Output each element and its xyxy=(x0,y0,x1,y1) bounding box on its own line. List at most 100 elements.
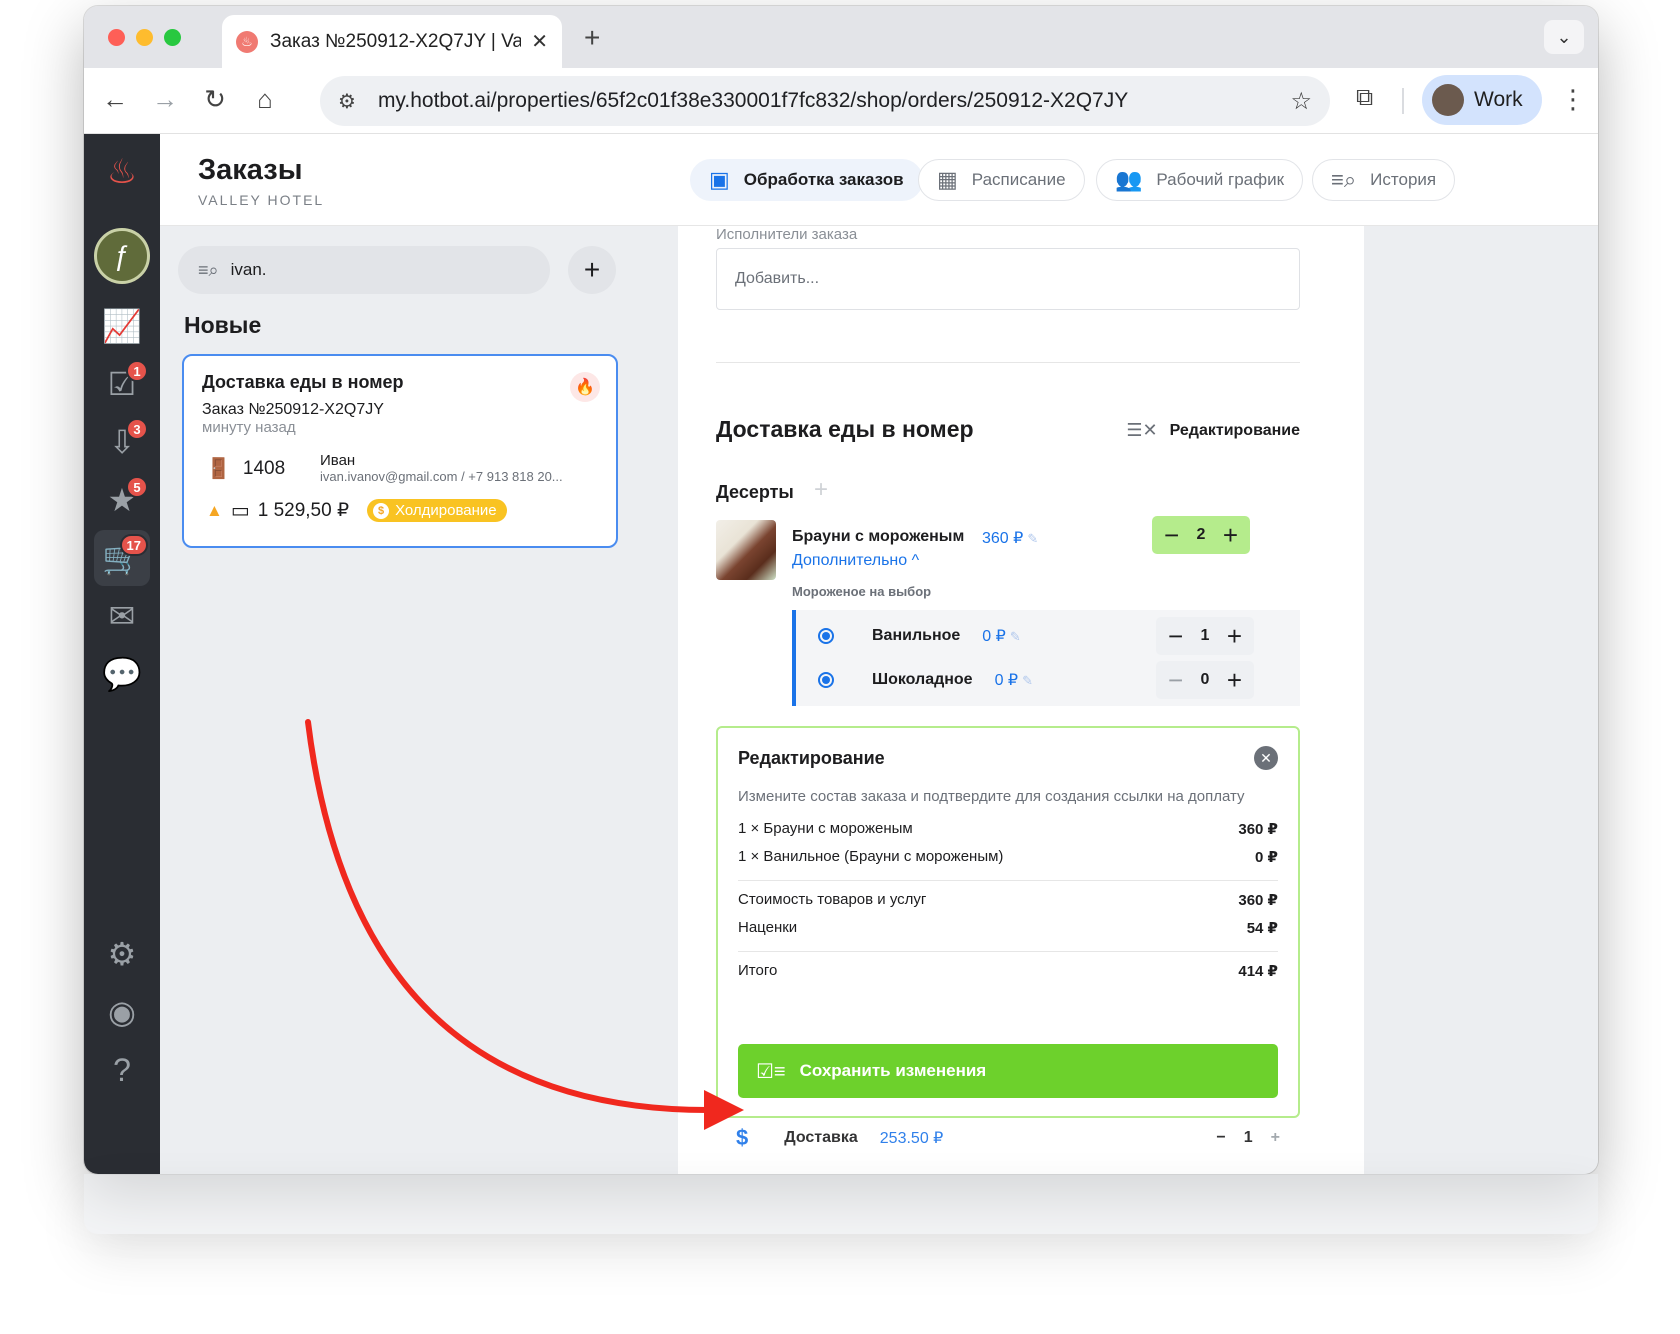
option-name: Ванильное xyxy=(872,627,961,644)
close-window-button[interactable] xyxy=(108,29,125,46)
address-bar[interactable]: ⚙ my.hotbot.ai/properties/65f2c01f38e330… xyxy=(320,76,1330,126)
property-avatar[interactable]: ƒ xyxy=(94,228,150,284)
tasks-icon[interactable]: ☑ 1 xyxy=(94,356,150,412)
hotel-name: VALLEY HOTEL xyxy=(198,192,325,208)
close-tab-icon[interactable]: ✕ xyxy=(531,29,548,54)
reload-icon[interactable]: ↻ xyxy=(198,84,232,115)
maximize-window-button[interactable] xyxy=(164,29,181,46)
add-order-button[interactable]: + xyxy=(568,246,616,294)
option-qty: 0 xyxy=(1200,671,1210,688)
inbox-download-icon[interactable]: ⇩ 3 xyxy=(94,414,150,470)
analytics-icon[interactable]: 📈 xyxy=(94,298,150,354)
tab-history[interactable]: ≡⌕ История xyxy=(1312,159,1456,201)
new-tab-button[interactable]: + xyxy=(584,22,600,54)
decrement-icon[interactable]: − xyxy=(1216,1129,1225,1147)
option-quantity-stepper[interactable]: − 0 + xyxy=(1156,661,1254,699)
search-value[interactable]: ivan. xyxy=(231,260,267,280)
extensions-puzzle-icon[interactable]: ⧉ xyxy=(1356,84,1373,112)
tab-label: Расписание xyxy=(971,170,1066,189)
markup-value: 54 ₽ xyxy=(1246,920,1278,937)
delivery-price[interactable]: 253.50 ₽ xyxy=(880,1128,944,1148)
save-changes-button[interactable]: ☑≡ Сохранить изменения xyxy=(738,1044,1278,1098)
tab-order-processing[interactable]: ▣ Обработка заказов xyxy=(690,159,923,201)
product-quantity-stepper[interactable]: − 2 + xyxy=(1152,516,1250,554)
calendar-icon: ▦ xyxy=(937,167,958,192)
divider xyxy=(738,951,1278,952)
option-radio[interactable] xyxy=(818,628,834,644)
mail-icon[interactable]: ✉ xyxy=(94,588,150,644)
settings-gear-icon[interactable]: ⚙ xyxy=(94,926,150,982)
url-text[interactable]: my.hotbot.ai/properties/65f2c01f38e33000… xyxy=(378,89,1291,113)
add-item-icon[interactable]: + xyxy=(814,476,828,504)
toolbar-divider xyxy=(1402,88,1404,114)
edit-price-icon[interactable]: ✎ xyxy=(1027,531,1038,546)
help-icon[interactable]: ? xyxy=(94,1042,150,1098)
delivery-qty: 1 xyxy=(1243,1129,1253,1146)
tab-work-schedule[interactable]: 👥 Рабочий график xyxy=(1096,159,1304,201)
product-name: Брауни с мороженым xyxy=(792,528,965,545)
tab-search-button[interactable]: ⌄ xyxy=(1544,20,1584,54)
bookmark-star-icon[interactable]: ☆ xyxy=(1290,87,1312,116)
close-icon[interactable]: ✕ xyxy=(1254,746,1278,770)
order-detail-pane: Исполнители заказа Добавить... Доставка … xyxy=(678,226,1364,1174)
order-guest: Иван ivan.ivanov@gmail.com / +7 913 818 … xyxy=(320,452,563,484)
orders-list-pane: ≡⌕ ivan. + Новые Доставка еды в номер 🔥 … xyxy=(160,226,678,1174)
product-extras-toggle[interactable]: Дополнительно ^ xyxy=(792,552,919,570)
coin-icon: $ xyxy=(373,502,390,519)
guest-name: Иван xyxy=(320,452,356,469)
option-quantity-stepper[interactable]: − 1 + xyxy=(1156,617,1254,655)
option-qty: 1 xyxy=(1200,627,1210,644)
edit-price-icon[interactable]: ✎ xyxy=(1022,673,1033,688)
option-name: Шоколадное xyxy=(872,671,973,688)
popup-title: Редактирование xyxy=(738,748,885,768)
back-icon[interactable]: ← xyxy=(98,84,132,115)
increment-icon[interactable]: + xyxy=(1227,665,1242,696)
tab-schedule[interactable]: ▦ Расписание xyxy=(918,159,1085,201)
increment-icon[interactable]: + xyxy=(1223,520,1238,551)
shop-cart-icon[interactable]: 🛒 17 xyxy=(94,530,150,586)
window-reflection xyxy=(84,1174,1598,1234)
room-number: 1408 xyxy=(242,457,286,479)
divider xyxy=(738,880,1278,881)
history-search-icon: ≡⌕ xyxy=(1331,167,1357,192)
reviews-star-icon[interactable]: ★ 5 xyxy=(94,472,150,528)
order-card[interactable]: Доставка еды в номер 🔥 Заказ №250912-X2Q… xyxy=(182,354,618,548)
option-price[interactable]: 0 ₽ ✎ xyxy=(995,670,1033,690)
edit-order-button[interactable]: ☰✕ Редактирование xyxy=(1126,420,1300,441)
option-radio[interactable] xyxy=(818,672,834,688)
decrement-icon[interactable]: − xyxy=(1164,520,1179,551)
minimize-window-button[interactable] xyxy=(136,29,153,46)
increment-icon[interactable]: + xyxy=(1271,1129,1280,1147)
profile-icon[interactable]: ◉ xyxy=(94,984,150,1040)
subtotal-label: Стоимость товаров и услуг xyxy=(738,891,927,908)
inbox-icon: ▣ xyxy=(709,167,730,192)
forward-icon[interactable]: → xyxy=(148,84,182,115)
hotbot-flame-icon: ♨ xyxy=(236,30,258,53)
chat-icon[interactable]: 💬 xyxy=(94,646,150,702)
delivery-quantity-stepper[interactable]: − 1 + xyxy=(1216,1129,1280,1147)
browser-tab-active[interactable]: ♨ Заказ №250912-X2Q7JY | Va ✕ xyxy=(222,15,562,68)
home-icon[interactable]: ⌂ xyxy=(248,84,282,115)
option-row[interactable]: Ванильное 0 ₽ ✎ − 1 + xyxy=(796,614,1300,658)
profile-button[interactable]: Work xyxy=(1422,75,1542,125)
option-row[interactable]: Шоколадное 0 ₽ ✎ − 0 + xyxy=(796,658,1300,702)
delivery-row: $ Доставка 253.50 ₽ − 1 + xyxy=(716,1118,1300,1158)
executors-input[interactable]: Добавить... xyxy=(716,248,1300,310)
browser-menu-icon[interactable]: ⋮ xyxy=(1560,84,1586,115)
total-value: 414 ₽ xyxy=(1238,963,1278,980)
edit-list-icon: ☰✕ xyxy=(1126,420,1158,440)
decrement-icon[interactable]: − xyxy=(1168,621,1183,652)
product-price[interactable]: 360 ₽ ✎ xyxy=(982,528,1038,548)
hotbot-logo-icon[interactable]: ♨ xyxy=(94,144,150,200)
order-search-input[interactable]: ≡⌕ ivan. xyxy=(178,246,550,294)
options-label: Мороженое на выбор xyxy=(792,584,932,599)
status-badge: $ Холдирование xyxy=(367,499,507,522)
decrement-icon[interactable]: − xyxy=(1168,665,1183,696)
option-price[interactable]: 0 ₽ ✎ xyxy=(982,626,1020,646)
site-settings-icon[interactable]: ⚙ xyxy=(338,89,356,114)
product-qty: 2 xyxy=(1196,526,1206,543)
save-label: Сохранить изменения xyxy=(799,1061,987,1080)
increment-icon[interactable]: + xyxy=(1227,621,1242,652)
right-pane xyxy=(1364,226,1598,1174)
edit-price-icon[interactable]: ✎ xyxy=(1010,629,1021,644)
